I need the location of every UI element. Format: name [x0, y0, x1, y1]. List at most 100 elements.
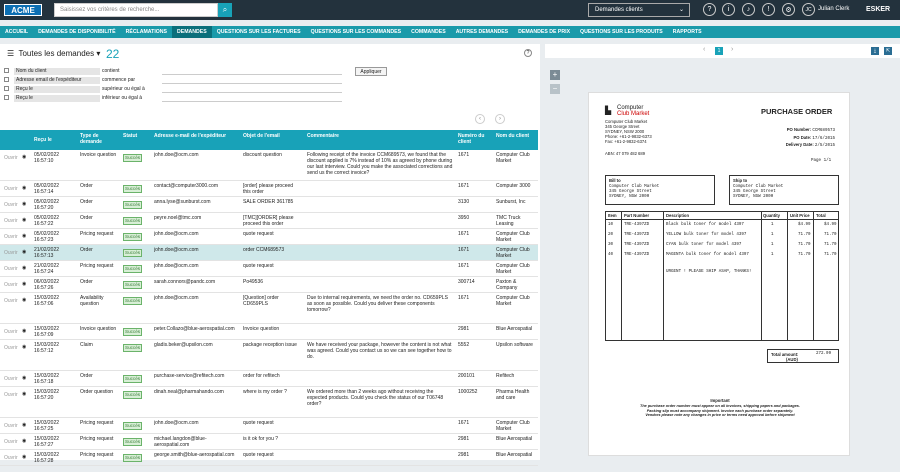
table-row[interactable]: Ouvrir ◉ 15/03/2022 16:57:25 Pricing request…	[0, 418, 538, 434]
settings-icon[interactable]: ⚙	[782, 3, 795, 16]
nav-tab-0[interactable]: ACCUEIL	[0, 26, 33, 38]
table-row[interactable]: Ouvrir ◉ 15/03/2022 16:57:09 Invoice questio…	[0, 324, 538, 340]
view-icon[interactable]: ◉	[22, 438, 26, 444]
table-row[interactable]: Ouvrir ◉ 15/03/2022 16:57:18 Order Succès purc…	[0, 371, 538, 387]
nav-tab-10[interactable]: RAPPORTS	[668, 26, 707, 38]
open-link[interactable]: Ouvrir	[4, 298, 18, 304]
nav-tab-2[interactable]: RÉCLAMATIONS	[121, 26, 172, 38]
download-icon[interactable]: ⤓	[871, 47, 879, 55]
filter-value-input[interactable]	[162, 95, 342, 102]
table-row[interactable]: Ouvrir ◉ 05/02/2022 16:57:23 Pricing request…	[0, 229, 538, 245]
prev-page-icon[interactable]: ‹	[703, 46, 705, 53]
filter-operator[interactable]: inférieur ou égal à	[102, 95, 158, 102]
table-row[interactable]: Ouvrir ◉ 15/03/2022 16:57:27 Pricing request…	[0, 434, 538, 450]
nav-tab-9[interactable]: QUESTIONS SUR LES PRODUITS	[575, 26, 668, 38]
filter-operator[interactable]: commence par	[102, 77, 158, 84]
table-row[interactable]: Ouvrir ◉ 15/03/2022 16:57:20 Order question S…	[0, 387, 538, 418]
view-icon[interactable]: ◉	[22, 233, 26, 239]
avatar[interactable]: JC	[802, 3, 815, 16]
nav-tab-5[interactable]: QUESTIONS SUR LES COMMANDES	[306, 26, 407, 38]
view-icon[interactable]: ◉	[22, 422, 26, 428]
column-header[interactable]: Nom du client	[496, 133, 538, 139]
table-row[interactable]: Ouvrir ◉ 05/02/2022 16:57:20 Order Succès anna…	[0, 197, 538, 213]
view-icon[interactable]: ◉	[22, 154, 26, 160]
nav-tab-4[interactable]: QUESTIONS SUR LES FACTURES	[212, 26, 306, 38]
filter-checkbox[interactable]	[4, 95, 9, 100]
open-link[interactable]: Ouvrir	[4, 329, 18, 335]
nav-tab-7[interactable]: AUTRES DEMANDES	[451, 26, 513, 38]
open-link[interactable]: Ouvrir	[4, 155, 18, 161]
column-header[interactable]: Adresse e-mail de l'expéditeur	[154, 133, 240, 139]
nav-tab-3[interactable]: DEMANDES	[172, 26, 212, 38]
view-icon[interactable]: ◉	[22, 454, 26, 460]
view-icon[interactable]: ◉	[22, 217, 26, 223]
prev-page-icon[interactable]: ‹	[475, 114, 485, 124]
view-icon[interactable]: ◉	[22, 281, 26, 287]
filter-checkbox[interactable]	[4, 77, 9, 82]
filter-checkbox[interactable]	[4, 86, 9, 91]
open-link[interactable]: Ouvrir	[4, 234, 18, 240]
filter-checkbox[interactable]	[4, 68, 9, 73]
filter-field[interactable]: Adresse email de l'expéditeur	[14, 77, 100, 84]
open-link[interactable]: Ouvrir	[4, 218, 18, 224]
open-link[interactable]: Ouvrir	[4, 392, 18, 398]
open-link[interactable]: Ouvrir	[4, 186, 18, 192]
user-name[interactable]: Julian Clerk	[818, 6, 849, 12]
search-input[interactable]: Saisissez vos critères de recherche...	[54, 3, 218, 17]
open-link[interactable]: Ouvrir	[4, 250, 18, 256]
open-link[interactable]: Ouvrir	[4, 423, 18, 429]
column-header[interactable]: Statut	[123, 133, 151, 139]
open-link[interactable]: Ouvrir	[4, 455, 18, 461]
apply-button[interactable]: Appliquer	[355, 67, 387, 76]
column-header[interactable]: Objet de l'email	[243, 133, 305, 139]
popout-icon[interactable]: ⇱	[884, 47, 892, 55]
filter-operator[interactable]: supérieur ou égal à	[102, 86, 158, 93]
help-icon[interactable]: ?	[703, 3, 716, 16]
view-icon[interactable]: ◉	[22, 201, 26, 207]
view-selector[interactable]: ☰ Toutes les demandes ▾	[7, 49, 100, 58]
view-icon[interactable]: ◉	[22, 375, 26, 381]
mode-select[interactable]: Demandes clients ⌄	[588, 3, 690, 17]
table-row[interactable]: Ouvrir ◉ 05/02/2022 16:57:10 Invoice questio…	[0, 150, 538, 181]
view-icon[interactable]: ◉	[22, 185, 26, 191]
filter-value-input[interactable]	[162, 86, 342, 93]
table-row[interactable]: Ouvrir ◉ 06/03/2022 16:57:26 Order Succès sara…	[0, 277, 538, 293]
table-row[interactable]: Ouvrir ◉ 21/02/2022 16:57:24 Pricing request…	[0, 261, 538, 277]
next-page-icon[interactable]: ›	[731, 46, 733, 53]
column-header[interactable]: Commentaire	[307, 133, 455, 139]
table-row[interactable]: Ouvrir ◉ 15/03/2022 16:57:06 Availability qu…	[0, 293, 538, 324]
view-icon[interactable]: ◉	[22, 344, 26, 350]
view-icon[interactable]: ◉	[22, 328, 26, 334]
filter-value-input[interactable]	[162, 77, 342, 84]
table-row[interactable]: Ouvrir ◉ 05/02/2022 16:57:14 Order Succès cont…	[0, 181, 538, 197]
view-icon[interactable]: ◉	[22, 391, 26, 397]
column-header[interactable]: Reçu le	[34, 137, 78, 143]
page-number[interactable]: 1	[715, 47, 723, 55]
search-button[interactable]: ⌕	[218, 3, 232, 17]
open-link[interactable]: Ouvrir	[4, 202, 18, 208]
open-link[interactable]: Ouvrir	[4, 282, 18, 288]
zoom-in-button[interactable]: +	[550, 70, 560, 80]
open-link[interactable]: Ouvrir	[4, 376, 18, 382]
view-icon[interactable]: ◉	[22, 249, 26, 255]
table-row[interactable]: Ouvrir ◉ 21/02/2022 16:57:13 Order Succès john…	[0, 245, 538, 261]
view-icon[interactable]: ◉	[22, 297, 26, 303]
nav-tab-1[interactable]: DEMANDES DE DISPONIBILITÉ	[33, 26, 121, 38]
nav-tab-8[interactable]: DEMANDES DE PRIX	[513, 26, 575, 38]
zoom-out-button[interactable]: −	[550, 84, 560, 94]
alert-icon[interactable]: !	[762, 3, 775, 16]
help-icon[interactable]: ?	[524, 49, 532, 57]
table-row[interactable]: Ouvrir ◉ 15/03/2022 16:57:28 Pricing request…	[0, 450, 538, 466]
app-logo[interactable]: ACME	[4, 4, 42, 16]
open-link[interactable]: Ouvrir	[4, 439, 18, 445]
info-icon[interactable]: i	[722, 3, 735, 16]
filter-field[interactable]: Nom du client	[14, 68, 100, 75]
filter-operator[interactable]: contient	[102, 68, 158, 75]
open-link[interactable]: Ouvrir	[4, 345, 18, 351]
column-header[interactable]: Numéro du client	[458, 133, 494, 145]
open-link[interactable]: Ouvrir	[4, 266, 18, 272]
bell-icon[interactable]: ♪	[742, 3, 755, 16]
view-icon[interactable]: ◉	[22, 265, 26, 271]
filter-field[interactable]: Reçu le	[14, 86, 100, 93]
nav-tab-6[interactable]: COMMANDES	[406, 26, 451, 38]
